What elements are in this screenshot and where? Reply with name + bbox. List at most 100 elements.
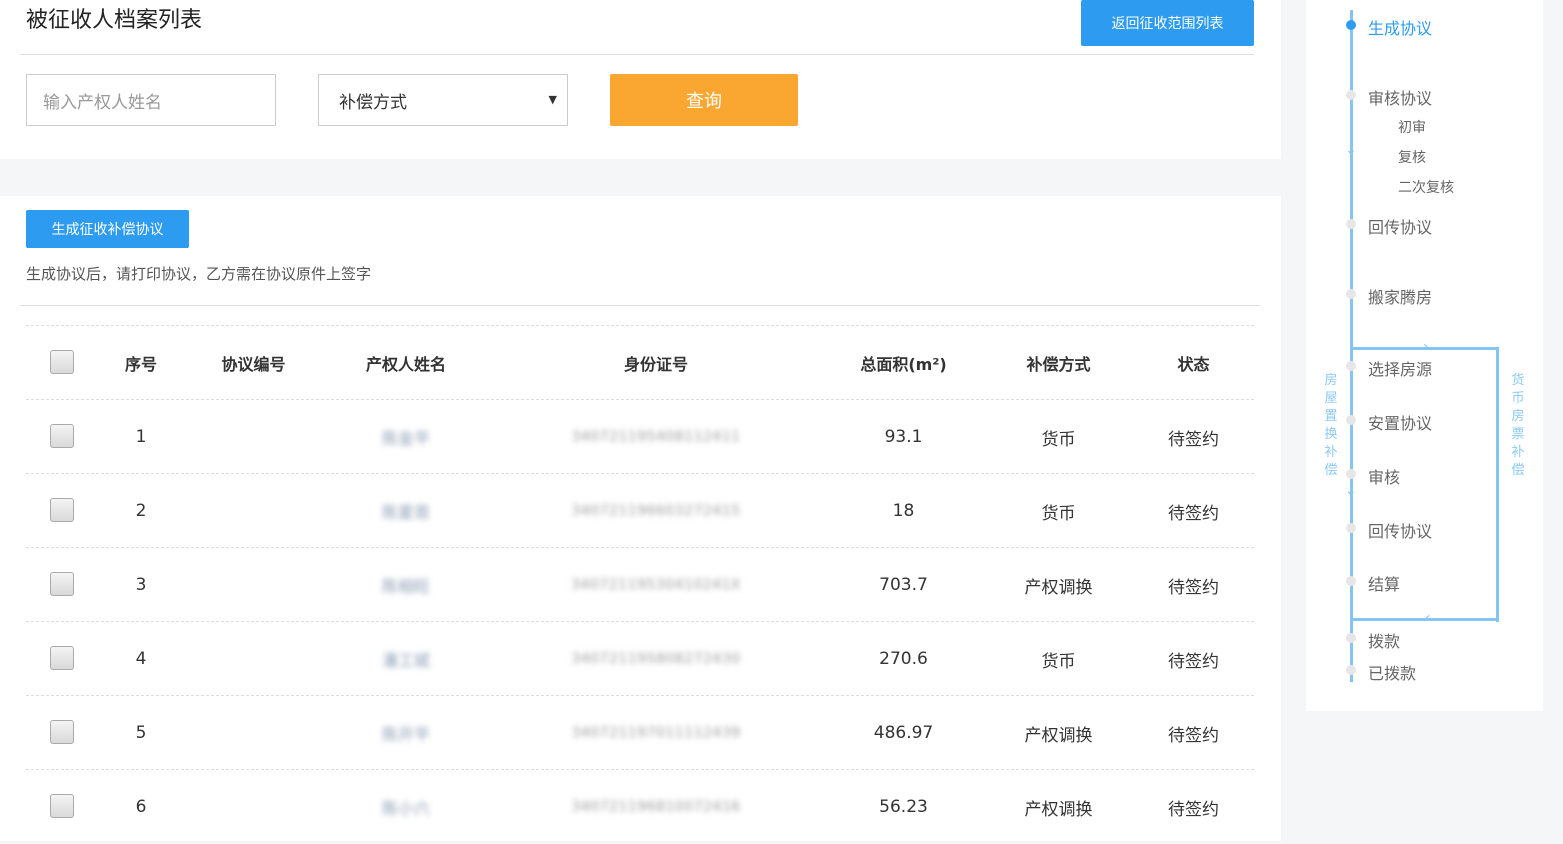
back-to-range-list-button[interactable]: 返回征收范围列表 bbox=[1081, 0, 1254, 46]
cell-no: 4 bbox=[106, 622, 176, 696]
col-id-number: 身份证号 bbox=[623, 355, 688, 374]
step-dot bbox=[1346, 633, 1356, 643]
compensation-method-select[interactable]: 补偿方式 ▼ bbox=[318, 74, 568, 126]
table-row[interactable]: 3 陈相旺 34072119530410241X 703.7 产权调换 待签约 bbox=[26, 547, 1254, 621]
cell-total-area-text: 93.1 bbox=[884, 427, 923, 447]
table-row[interactable]: 6 陈小六 340721196810072416 56.23 产权调换 待签约 bbox=[26, 769, 1254, 843]
cell-owner-name: 陈金平 bbox=[346, 400, 466, 474]
cell-total-area-text: 486.97 bbox=[873, 723, 934, 743]
cell-status: 待签约 bbox=[1146, 770, 1241, 844]
step-move[interactable]: 搬家腾房 bbox=[1368, 284, 1432, 308]
cell-id-number-text: 340721197011112439 bbox=[571, 725, 741, 741]
owner-name-input[interactable]: 输入产权人姓名 bbox=[26, 74, 276, 126]
cell-total-area: 486.97 bbox=[836, 696, 971, 770]
select-all-checkbox[interactable] bbox=[50, 350, 74, 374]
cell-status: 待签约 bbox=[1146, 548, 1241, 622]
cell-total-area: 18 bbox=[836, 474, 971, 548]
cell-status-text: 待签约 bbox=[1168, 799, 1219, 820]
generate-agreement-button[interactable]: 生成征收补偿协议 bbox=[26, 210, 189, 248]
row-checkbox[interactable] bbox=[50, 498, 74, 522]
step-audit[interactable]: 审核 bbox=[1368, 464, 1400, 488]
cell-no: 5 bbox=[106, 696, 176, 770]
step-settle[interactable]: 结算 bbox=[1368, 571, 1400, 595]
cell-owner-name-text: 陈相旺 bbox=[381, 577, 430, 596]
table-row[interactable]: 4 潘工斌 340721195808272430 270.6 货币 待签约 bbox=[26, 621, 1254, 695]
step-first-review[interactable]: 初审 bbox=[1398, 117, 1426, 137]
money-branch-line bbox=[1496, 348, 1499, 622]
chevron-down-icon: ⌄ bbox=[1345, 483, 1357, 499]
cell-id-number: 340721195408112411 bbox=[556, 400, 756, 474]
cell-total-area: 56.23 bbox=[836, 770, 971, 844]
cell-agreement-no bbox=[206, 474, 301, 548]
cell-owner-name: 陈夏恩 bbox=[346, 474, 466, 548]
query-button[interactable]: 查询 bbox=[610, 74, 798, 126]
cell-id-number-text: 340721196810072416 bbox=[571, 799, 741, 815]
table-row[interactable]: 1 陈金平 340721195408112411 93.1 货币 待签约 bbox=[26, 399, 1254, 473]
cell-owner-name: 陈相旺 bbox=[346, 548, 466, 622]
cell-compensation-method-text: 货币 bbox=[1041, 429, 1076, 450]
step-choose-house[interactable]: 选择房源 bbox=[1368, 356, 1432, 380]
cell-status: 待签约 bbox=[1146, 474, 1241, 548]
cell-id-number: 340721196810072416 bbox=[556, 770, 756, 844]
col-compensation-method: 补偿方式 bbox=[1026, 355, 1091, 374]
step-dot bbox=[1346, 469, 1356, 479]
cell-no-text: 1 bbox=[135, 427, 147, 447]
step-return2[interactable]: 回传协议 bbox=[1368, 518, 1432, 542]
row-checkbox[interactable] bbox=[50, 424, 74, 448]
row-checkbox[interactable] bbox=[50, 794, 74, 818]
cell-id-number-text: 34072119530410241X bbox=[570, 577, 741, 593]
chevron-down-icon: ⌄ bbox=[1345, 142, 1357, 158]
cell-agreement-no bbox=[206, 548, 301, 622]
cell-no-text: 4 bbox=[135, 649, 147, 669]
step-dot bbox=[1346, 219, 1356, 229]
cell-id-number: 34072119530410241X bbox=[556, 548, 756, 622]
cell-owner-name: 陈开平 bbox=[346, 696, 466, 770]
print-hint: 生成协议后，请打印协议，乙方需在协议原件上签字 bbox=[26, 265, 372, 283]
step-return[interactable]: 回传协议 bbox=[1368, 214, 1432, 238]
step-pay[interactable]: 拨款 bbox=[1368, 628, 1400, 652]
step-paid[interactable]: 已拨款 bbox=[1368, 660, 1416, 684]
table-row[interactable]: 2 陈夏恩 340721196603272415 18 货币 待签约 bbox=[26, 473, 1254, 547]
cell-agreement-no bbox=[206, 622, 301, 696]
step-dot bbox=[1346, 665, 1356, 675]
row-checkbox[interactable] bbox=[50, 720, 74, 744]
row-checkbox[interactable] bbox=[50, 646, 74, 670]
cell-no-text: 5 bbox=[135, 723, 147, 743]
cell-total-area-text: 703.7 bbox=[879, 575, 928, 595]
col-status: 状态 bbox=[1177, 355, 1210, 374]
cell-compensation-method-text: 产权调换 bbox=[1024, 799, 1093, 820]
cell-id-number-text: 340721195808272430 bbox=[571, 651, 741, 667]
col-no: 序号 bbox=[124, 355, 157, 374]
step-dot bbox=[1346, 523, 1356, 533]
cell-no: 1 bbox=[106, 400, 176, 474]
cell-no-text: 2 bbox=[135, 501, 147, 521]
step-generate[interactable]: 生成协议 bbox=[1368, 15, 1432, 39]
step-second-re-review[interactable]: 二次复核 bbox=[1398, 177, 1454, 197]
money-ticket-branch-label: 货币房票补偿 bbox=[1511, 373, 1525, 478]
cell-compensation-method: 货币 bbox=[1006, 400, 1111, 474]
step-review[interactable]: 审核协议 bbox=[1368, 85, 1432, 109]
cell-total-area: 270.6 bbox=[836, 622, 971, 696]
main-area: 被征收人档案列表 返回征收范围列表 输入产权人姓名 补偿方式 ▼ 查询 生成征收… bbox=[0, 0, 1281, 841]
cell-status: 待签约 bbox=[1146, 622, 1241, 696]
cell-compensation-method-text: 产权调换 bbox=[1024, 577, 1093, 598]
row-checkbox[interactable] bbox=[50, 572, 74, 596]
step-dot bbox=[1346, 289, 1356, 299]
workflow-sidebar: ⌄ ⌄ › ‹ 生成协议 审核协议 初审 复核 二次复核 回传协议 搬家腾房 选… bbox=[1306, 0, 1543, 711]
table-row[interactable]: 5 陈开平 340721197011112439 486.97 产权调换 待签约 bbox=[26, 695, 1254, 769]
cell-compensation-method: 产权调换 bbox=[1006, 770, 1111, 844]
cell-total-area-text: 270.6 bbox=[879, 649, 928, 669]
step-dot bbox=[1346, 90, 1356, 100]
cell-agreement-no bbox=[206, 400, 301, 474]
cell-owner-name-text: 陈夏恩 bbox=[381, 503, 430, 522]
step-dot bbox=[1346, 361, 1356, 371]
cell-status-text: 待签约 bbox=[1168, 429, 1219, 450]
cell-compensation-method-text: 货币 bbox=[1041, 651, 1076, 672]
cell-no-text: 3 bbox=[135, 575, 147, 595]
step-re-review[interactable]: 复核 bbox=[1398, 147, 1426, 167]
step-resettle[interactable]: 安置协议 bbox=[1368, 410, 1432, 434]
cell-status-text: 待签约 bbox=[1168, 651, 1219, 672]
cell-id-number: 340721197011112439 bbox=[556, 696, 756, 770]
cell-id-number: 340721196603272415 bbox=[556, 474, 756, 548]
cell-owner-name-text: 陈小六 bbox=[381, 799, 430, 818]
